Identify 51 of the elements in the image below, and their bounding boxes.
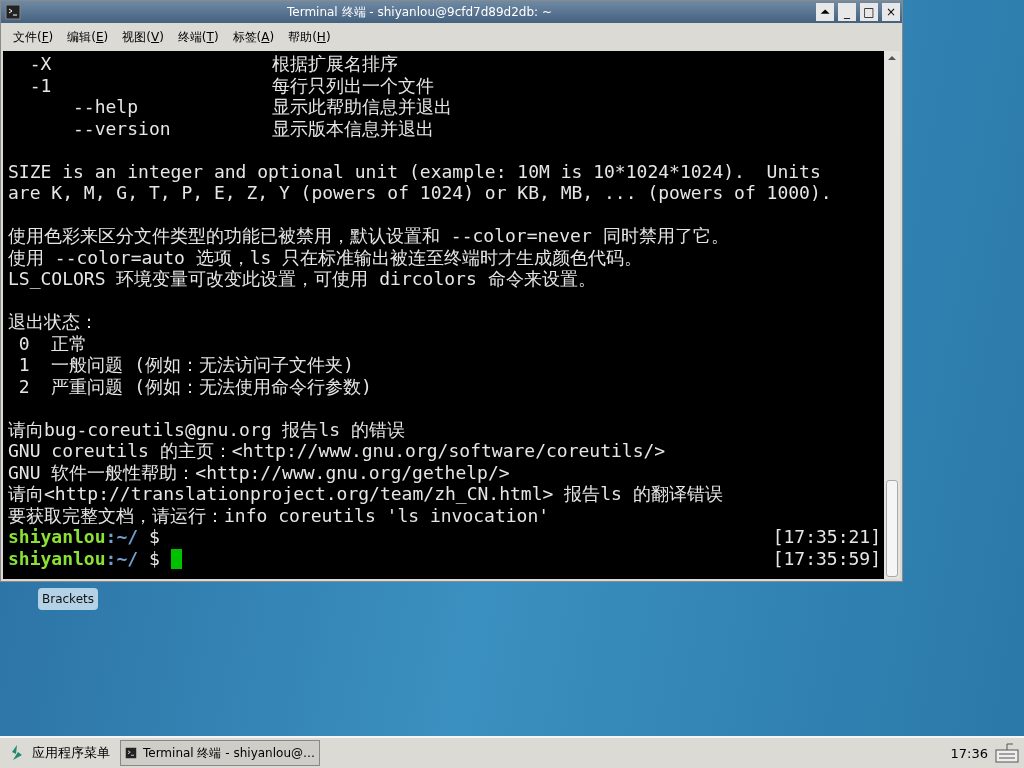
terminal-output: GNU 软件一般性帮助：<http://www.gnu.org/gethelp/> xyxy=(8,461,510,483)
clock: 17:36 xyxy=(950,745,988,761)
prompt-time: [17:35:21] xyxy=(772,526,881,548)
menu-item[interactable]: 终端(T) xyxy=(171,28,225,46)
menu-item[interactable]: 文件(F) xyxy=(7,28,60,46)
leaf-logo-icon xyxy=(10,744,24,762)
option-name: -1 xyxy=(28,74,53,96)
keyboard-icon[interactable] xyxy=(994,740,1020,766)
terminal-output: 使用 --color=auto 选项，ls 只在标准输出被连至终端时才生成颜色代码。 xyxy=(8,246,643,268)
window-control-button[interactable]: _ xyxy=(838,3,856,21)
menu-item[interactable]: 帮助(H) xyxy=(282,28,337,46)
menu-item[interactable]: 标签(A) xyxy=(226,28,281,46)
prompt-user: shiyanlou xyxy=(8,547,106,569)
option-name: -X xyxy=(28,53,53,75)
window-title: Terminal 终端 - shiyanlou@9cfd7d89d2db: ~ xyxy=(286,3,553,21)
terminal-output: 退出状态： xyxy=(8,311,98,333)
prompt-user: shiyanlou xyxy=(8,526,106,548)
option-name: --version xyxy=(72,117,172,139)
option-description: 每行只列出一个文件 xyxy=(272,74,434,96)
terminal-output: 1 一般问题 (例如：无法访问子文件夹) xyxy=(17,354,354,376)
option-description: 显示版本信息并退出 xyxy=(272,117,434,139)
menu-item[interactable]: 视图(V) xyxy=(116,28,170,46)
prompt-path: :~/ xyxy=(105,526,139,548)
prompt-path: :~/ xyxy=(105,547,139,569)
terminal-output: GNU coreutils 的主页：<http://www.gnu.org/software/coreutils/> xyxy=(8,440,666,462)
prompt-time: [17:35:59] xyxy=(772,547,881,569)
prompt-symbol: $ xyxy=(147,547,160,569)
terminal-output: 请向<http://translationproject.org/team/zh_CN.html> 报告ls 的翻译错误 xyxy=(8,483,723,505)
window-control-button[interactable]: × xyxy=(882,3,900,21)
option-description: 显示此帮助信息并退出 xyxy=(272,96,452,118)
terminal-output: are K, M, G, T, P, E, Z, Y (powers of 1024) or KB, MB, ... (powers of 1000). xyxy=(8,182,832,204)
option-description: 根据扩展名排序 xyxy=(272,53,398,75)
prompt-symbol: $ xyxy=(147,526,160,548)
terminal-output: SIZE is an integer and optional unit (example: 10M is 10*1024*1024). Units xyxy=(8,160,821,182)
scrollbar[interactable] xyxy=(884,51,900,579)
app-menu-button[interactable]: 应用程序菜单 xyxy=(0,738,120,768)
terminal-output: 使用色彩来区分文件类型的功能已被禁用，默认设置和 --color=never 同时禁用了它。 xyxy=(8,225,729,247)
scrollbar-thumb[interactable] xyxy=(886,480,898,577)
terminal-output: 要获取完整文档，请运行：info coreutils 'ls invocation' xyxy=(8,504,550,526)
terminal-output: 0 正常 xyxy=(17,332,88,354)
option-name: --help xyxy=(72,96,140,118)
desktop-icon-label[interactable]: Brackets xyxy=(38,588,98,610)
window-control-button[interactable]: □ xyxy=(860,3,878,21)
terminal-output: 请向bug-coreutils@gnu.org 报告ls 的错误 xyxy=(8,418,405,440)
menu-item[interactable]: 编辑(E) xyxy=(61,28,115,46)
window-control-button[interactable]: ⏶ xyxy=(816,3,834,21)
terminal-output: LS_COLORS 环境变量可改变此设置，可使用 dircolors 命令来设置。 xyxy=(8,268,596,290)
terminal-output: 2 严重问题 (例如：无法使用命令行参数) xyxy=(17,375,372,397)
terminal-icon xyxy=(5,4,21,20)
taskbar-task[interactable]: Terminal 终端 - shiyanlou@… xyxy=(120,740,320,766)
terminal-icon xyxy=(125,745,137,761)
